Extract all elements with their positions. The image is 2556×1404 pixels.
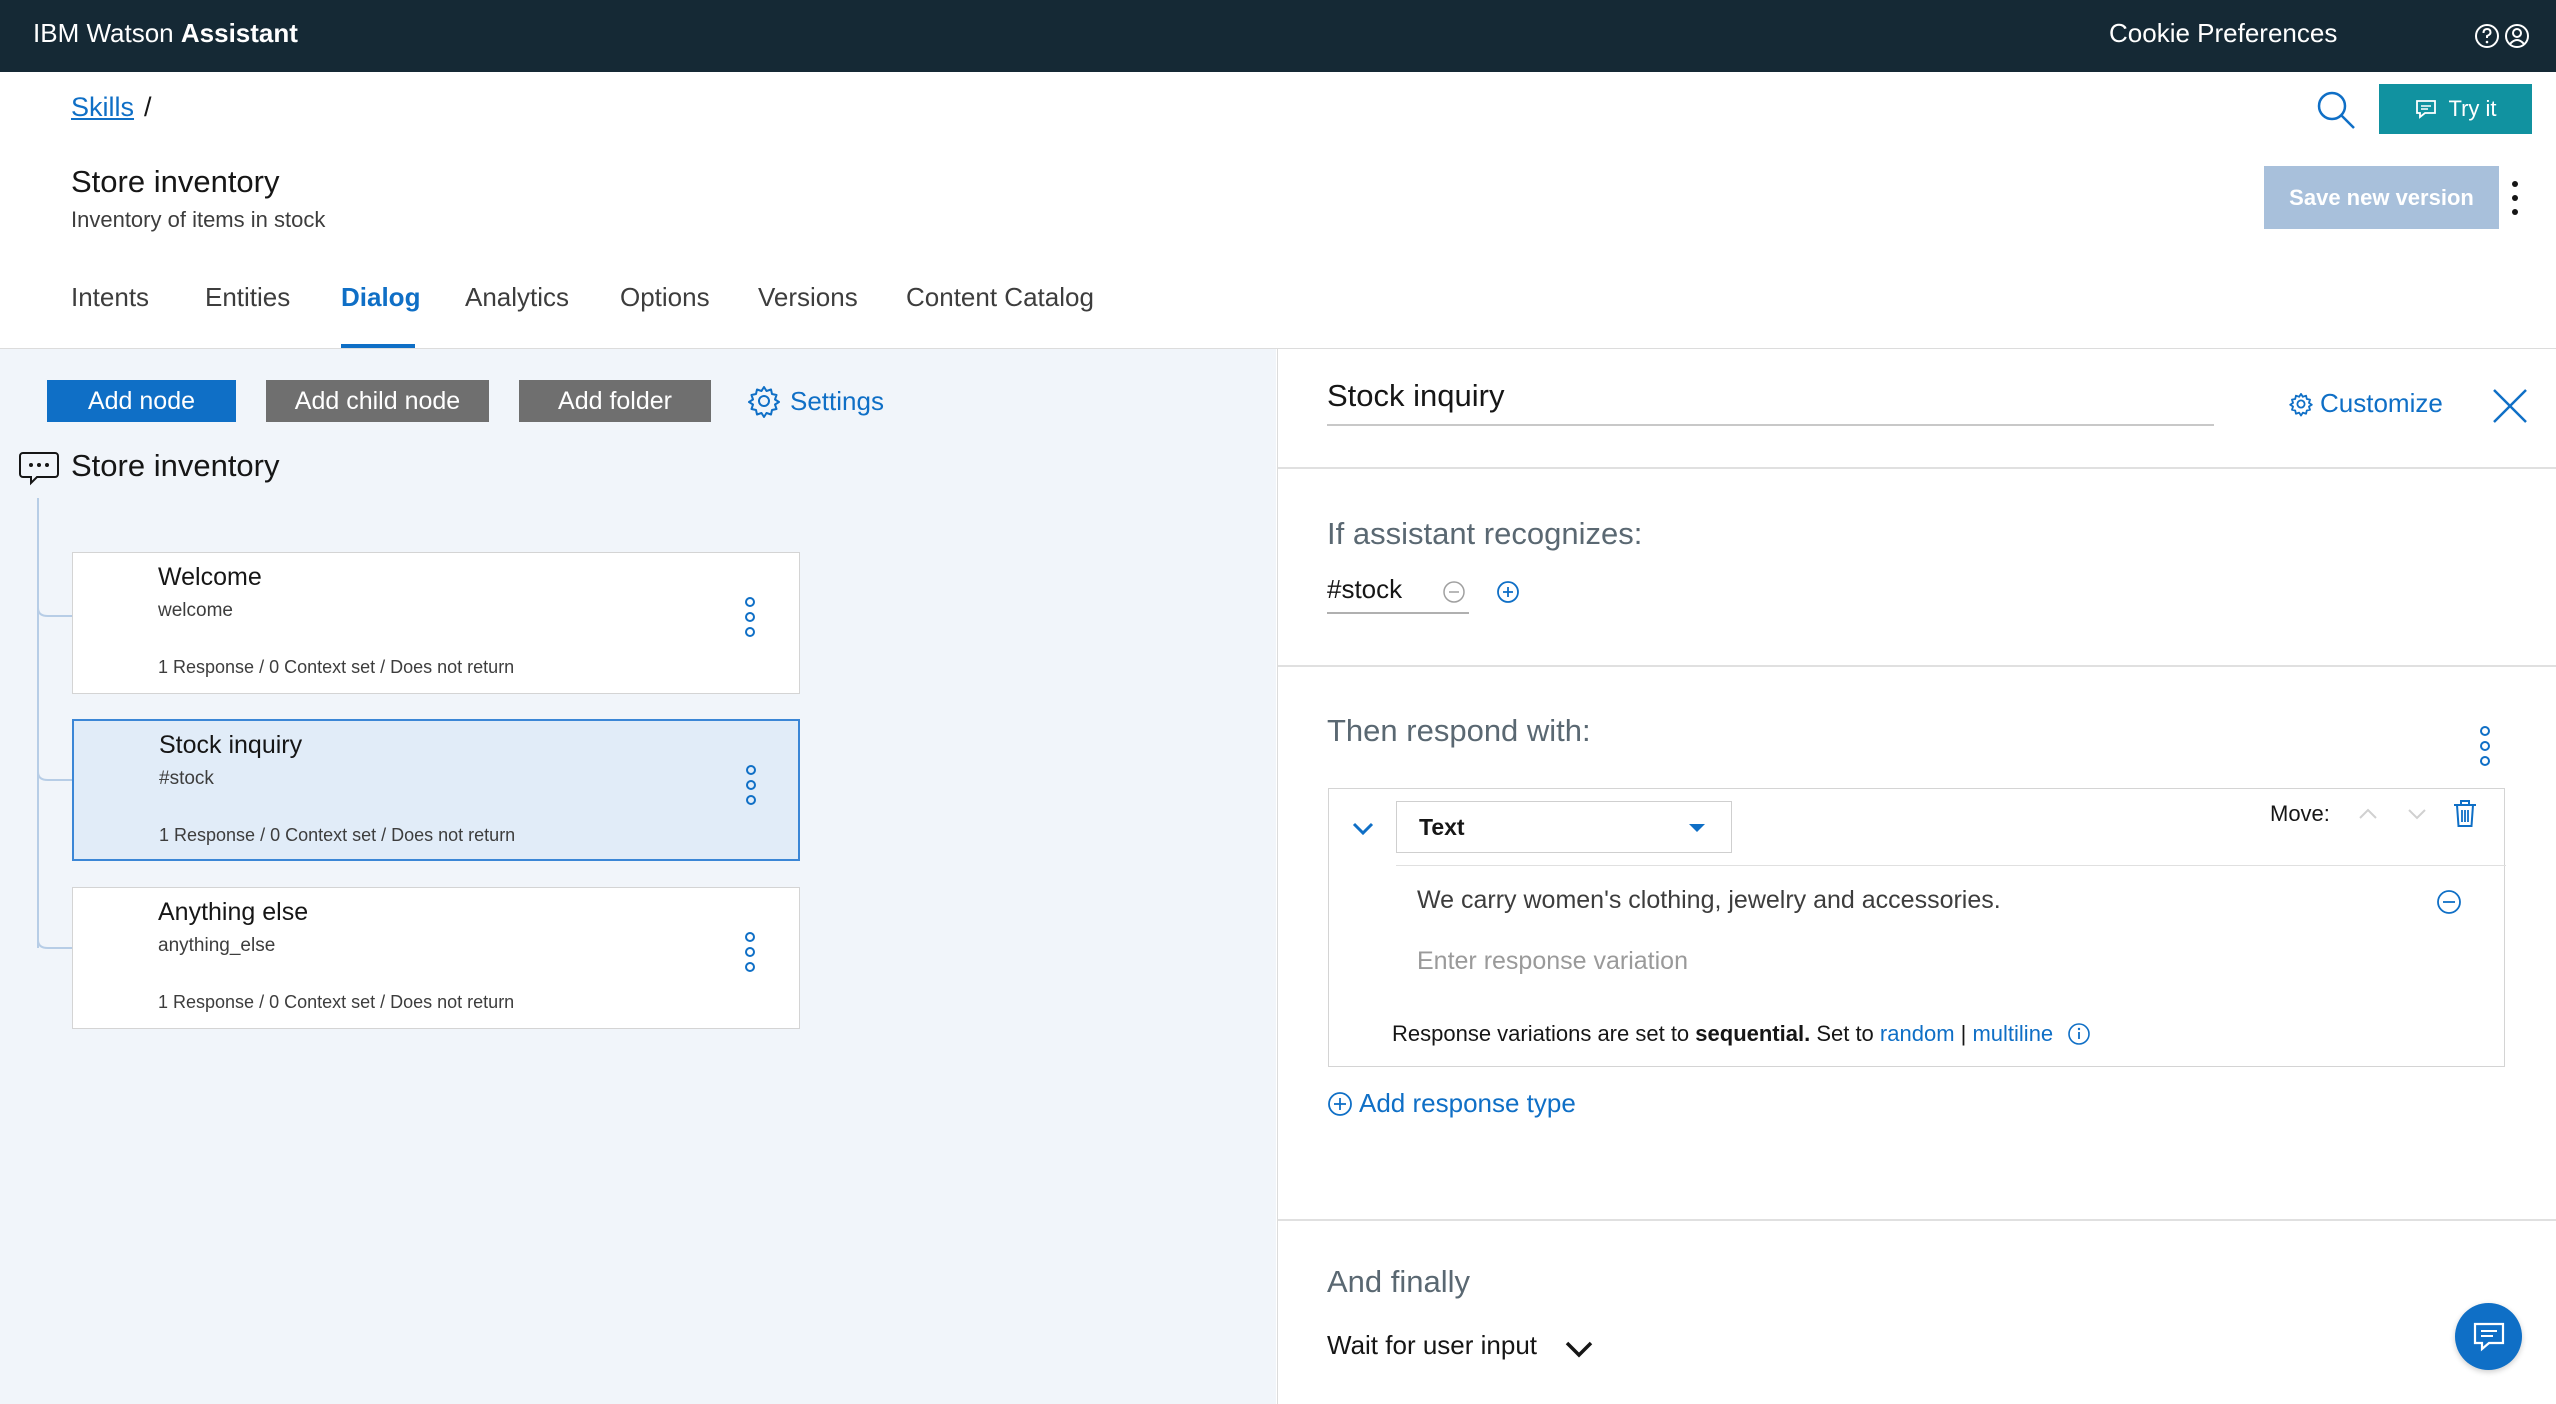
cookie-preferences-link[interactable]: Cookie Preferences xyxy=(2109,18,2337,49)
try-it-label: Try it xyxy=(2448,96,2497,121)
remove-variation-icon[interactable] xyxy=(2436,889,2462,915)
add-circle-icon xyxy=(1328,1091,1352,1116)
node-overflow-menu-icon[interactable] xyxy=(743,930,757,974)
add-folder-button[interactable]: Add folder xyxy=(519,380,711,422)
breadcrumb-skills-link[interactable]: Skills xyxy=(71,92,134,122)
customize-label: Customize xyxy=(2320,388,2443,418)
section-divider xyxy=(1278,665,2556,667)
node-condition: anything_else xyxy=(158,935,276,956)
tab-entities[interactable]: Entities xyxy=(205,282,290,313)
chevron-down-icon[interactable] xyxy=(1350,815,1376,841)
dialog-tree-panel xyxy=(0,349,1276,1404)
dialog-node-welcome[interactable]: Welcome welcome 1 Response / 0 Context s… xyxy=(72,552,800,694)
node-summary: 1 Response / 0 Context set / Does not re… xyxy=(159,825,516,845)
finally-action-select[interactable]: Wait for user input xyxy=(1327,1330,1537,1361)
section-divider xyxy=(1278,467,2556,469)
breadcrumb-separator: / xyxy=(144,92,152,122)
random-mode-link[interactable]: random xyxy=(1880,1021,1955,1047)
chat-icon xyxy=(2473,1322,2504,1351)
node-summary: 1 Response / 0 Context set / Does not re… xyxy=(158,657,515,677)
remove-condition-icon[interactable] xyxy=(1442,580,1466,604)
info-icon[interactable] xyxy=(2067,1022,2091,1046)
variation-mode-note: Response variations are set to sequentia… xyxy=(1392,1021,2091,1047)
note-set-to: Set to xyxy=(1810,1021,1880,1046)
move-label: Move: xyxy=(2270,801,2330,826)
tab-dialog[interactable]: Dialog xyxy=(341,282,420,313)
node-title: Anything else xyxy=(158,898,309,926)
note-separator: | xyxy=(1954,1021,1973,1046)
node-condition: welcome xyxy=(158,600,233,621)
search-icon[interactable] xyxy=(2314,88,2358,132)
condition-input[interactable]: #stock xyxy=(1327,574,1402,605)
node-title: Stock inquiry xyxy=(159,731,303,759)
response-type-value: Text xyxy=(1419,813,1465,840)
multiline-mode-link[interactable]: multiline xyxy=(1972,1021,2053,1047)
dialog-root-label: Store inventory xyxy=(71,448,280,483)
overflow-menu-icon[interactable] xyxy=(2508,176,2522,220)
trash-icon[interactable] xyxy=(2452,800,2478,828)
recognizes-section-title: If assistant recognizes: xyxy=(1327,516,1643,551)
customize-button[interactable]: Customize xyxy=(2288,388,2443,419)
section-divider xyxy=(1278,1219,2556,1221)
chevron-up-icon[interactable] xyxy=(2356,802,2380,826)
page-description: Inventory of items in stock xyxy=(71,207,326,232)
note-mode: sequential. xyxy=(1695,1021,1811,1046)
node-overflow-menu-icon[interactable] xyxy=(744,763,758,807)
help-icon[interactable] xyxy=(2471,20,2503,52)
help-chat-button[interactable] xyxy=(2455,1303,2522,1370)
response-variation-input[interactable]: We carry women's clothing, jewelry and a… xyxy=(1417,886,2001,915)
brand-name: Assistant xyxy=(180,18,298,48)
settings-label: Settings xyxy=(790,385,884,416)
node-title: Welcome xyxy=(158,563,262,591)
gear-icon xyxy=(748,386,780,418)
node-condition: #stock xyxy=(159,768,214,789)
tab-versions[interactable]: Versions xyxy=(758,282,858,313)
dialog-node-anything-else[interactable]: Anything else anything_else 1 Response /… xyxy=(72,887,800,1029)
add-child-node-button[interactable]: Add child node xyxy=(266,380,489,422)
add-node-button[interactable]: Add node xyxy=(47,380,236,422)
dialog-node-stock-inquiry[interactable]: Stock inquiry #stock 1 Response / 0 Cont… xyxy=(72,719,800,861)
close-icon[interactable] xyxy=(2490,386,2530,426)
add-response-type-button[interactable]: Add response type xyxy=(1327,1088,1576,1119)
tab-analytics[interactable]: Analytics xyxy=(465,282,569,313)
chevron-down-icon[interactable] xyxy=(1562,1336,1596,1362)
note-prefix: Response variations are set to xyxy=(1392,1021,1696,1046)
add-condition-icon[interactable] xyxy=(1496,580,1520,604)
settings-button[interactable]: Settings xyxy=(746,380,884,422)
breadcrumb: Skills / xyxy=(71,92,152,123)
user-avatar-icon[interactable] xyxy=(2501,20,2533,52)
add-response-type-label: Add response type xyxy=(1359,1088,1576,1118)
and-finally-section-title: And finally xyxy=(1327,1264,1471,1299)
respond-section-title: Then respond with: xyxy=(1327,713,1591,748)
response-divider xyxy=(1396,865,2506,866)
brand-prefix: IBM Watson xyxy=(33,18,174,48)
response-type-select[interactable]: Text xyxy=(1396,801,1732,853)
node-name-input[interactable]: Stock inquiry xyxy=(1327,378,2214,426)
chat-bubble-icon xyxy=(19,452,59,486)
response-overflow-menu-icon[interactable] xyxy=(2478,724,2492,768)
page-title: Store inventory xyxy=(71,164,280,199)
try-it-button[interactable]: Try it xyxy=(2379,84,2532,134)
condition-input-underline xyxy=(1327,612,1469,614)
node-summary: 1 Response / 0 Context set / Does not re… xyxy=(158,992,515,1012)
chat-bubble-icon xyxy=(2416,100,2437,119)
new-variation-input[interactable]: Enter response variation xyxy=(1417,947,1688,976)
chevron-down-icon[interactable] xyxy=(2405,802,2429,826)
tab-options[interactable]: Options xyxy=(620,282,710,313)
tab-content-catalog[interactable]: Content Catalog xyxy=(906,282,1094,313)
app-brand[interactable]: IBM Watson Assistant xyxy=(33,18,298,49)
tab-intents[interactable]: Intents xyxy=(71,282,149,313)
save-new-version-button[interactable]: Save new version xyxy=(2264,166,2499,229)
gear-icon xyxy=(2289,392,2313,416)
node-overflow-menu-icon[interactable] xyxy=(743,595,757,639)
dropdown-caret-icon xyxy=(1689,824,1705,832)
